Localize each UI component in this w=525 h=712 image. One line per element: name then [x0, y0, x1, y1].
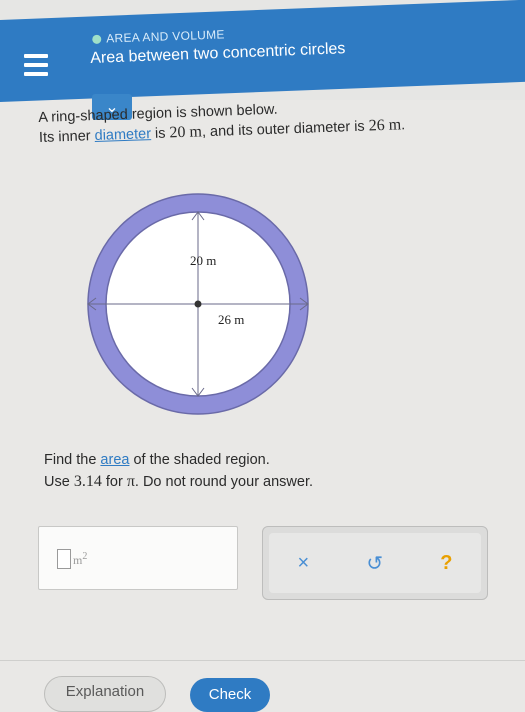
question-fragment: for	[101, 474, 127, 490]
question-fragment: of the shaded region.	[129, 452, 270, 468]
undo-icon[interactable]: ↺	[366, 551, 383, 576]
problem-text: Its inner	[38, 128, 95, 146]
outer-diameter-value: 26 m	[368, 116, 402, 135]
inner-diameter-value: 20 m	[169, 123, 203, 142]
inner-diameter-label: 20 m	[190, 253, 216, 268]
unit-text: m	[73, 553, 83, 567]
answer-unit: m2	[73, 551, 87, 568]
center-dot	[194, 300, 202, 308]
question-fragment: Use	[44, 474, 74, 490]
question-line-1: Find the area of the shaded region.	[44, 450, 313, 471]
answer-tools: × ↺ ?	[262, 526, 488, 600]
question-line-2: Use 3.14 for π. Do not round your answer…	[44, 471, 313, 493]
problem-text: is	[150, 125, 170, 143]
problem-text: .	[400, 117, 406, 134]
question-fragment: . Do not round your answer.	[134, 474, 314, 490]
tools-panel: × ↺ ?	[269, 533, 481, 593]
explanation-button[interactable]: Explanation	[44, 676, 166, 712]
outer-diameter-label: 26 m	[218, 312, 244, 327]
status-dot-icon	[92, 34, 102, 44]
check-button[interactable]: Check	[190, 678, 270, 712]
diameter-link[interactable]: diameter	[94, 126, 151, 144]
ring-diagram: 20 m 26 m	[87, 193, 309, 415]
question-text: Find the area of the shaded region. Use …	[44, 450, 313, 493]
pi-symbol: π	[126, 473, 135, 490]
problem-text: , and its outer diameter is	[201, 118, 369, 141]
area-link[interactable]: area	[100, 452, 129, 468]
help-icon[interactable]: ?	[440, 552, 452, 575]
clear-icon[interactable]: ×	[298, 552, 310, 575]
question-fragment: Find the	[44, 452, 101, 468]
unit-exponent: 2	[82, 551, 88, 562]
footer-divider	[0, 660, 525, 661]
menu-icon[interactable]	[24, 54, 48, 76]
answer-area: m2	[38, 526, 238, 590]
pi-approximation: 3.14	[73, 473, 102, 490]
answer-input[interactable]	[57, 549, 71, 569]
